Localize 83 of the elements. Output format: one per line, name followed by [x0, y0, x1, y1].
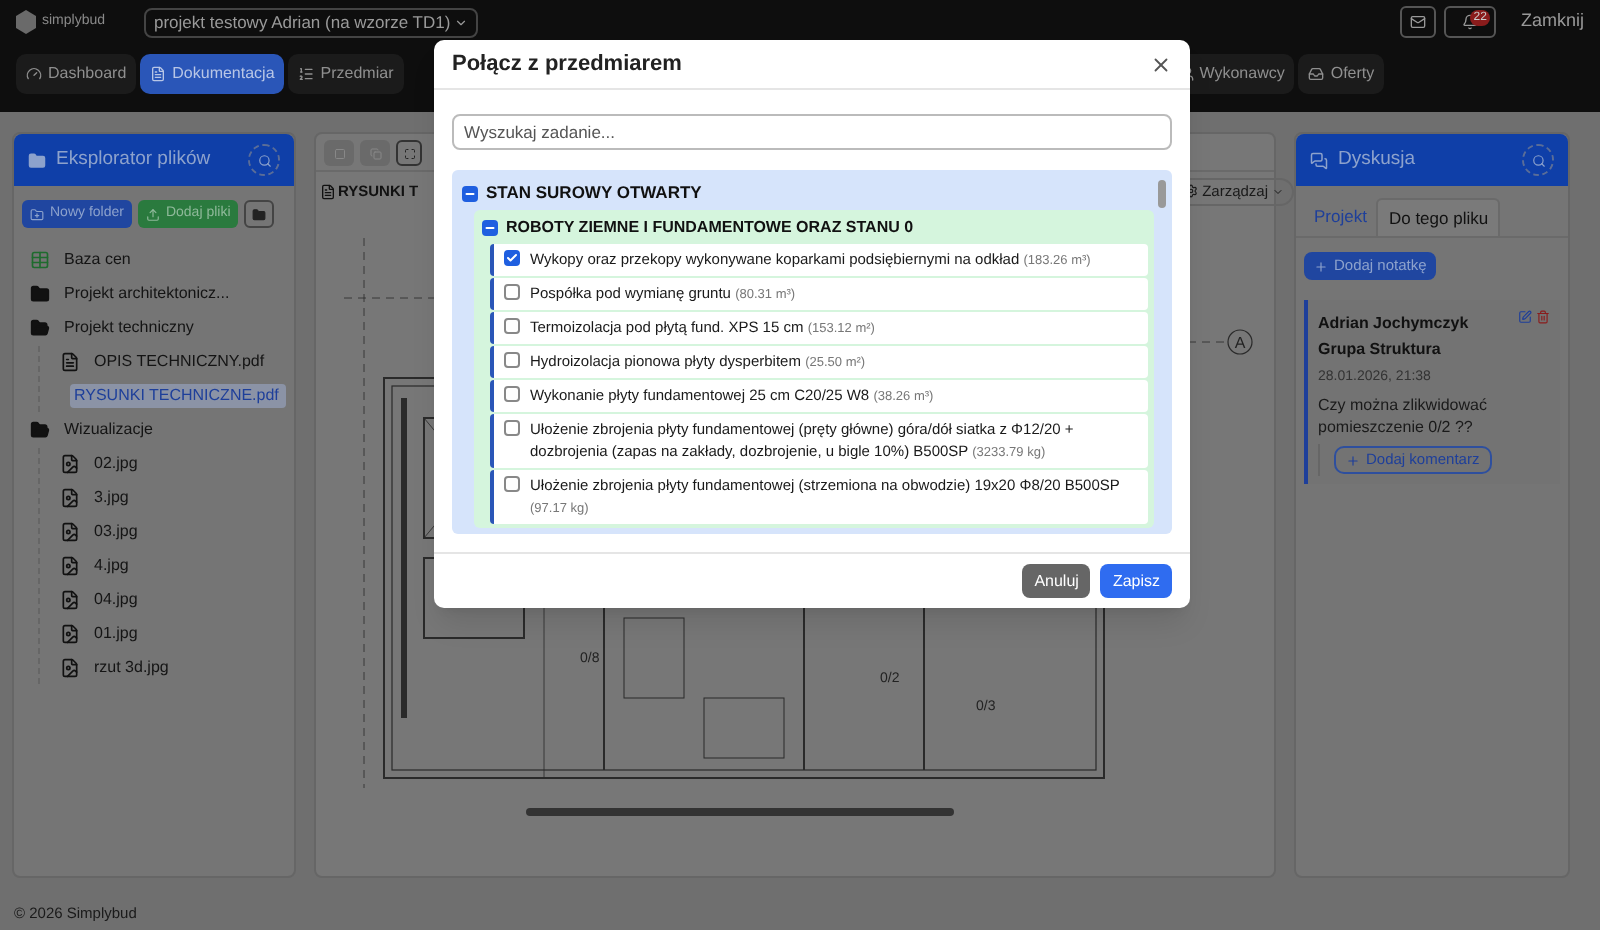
section-label: ROBOTY ZIEMNE I FUNDAMENTOWE ORAZ STANU 0 [506, 215, 914, 239]
mail-icon [1410, 14, 1427, 30]
horizontal-scrollbar[interactable] [526, 807, 954, 816]
save-button[interactable]: Zapisz [1100, 564, 1172, 598]
file-icon [60, 352, 80, 372]
pdf-file-icon [320, 183, 336, 199]
panel-title: Eksplorator plików [56, 145, 213, 174]
cancel-button[interactable]: Anuluj [1022, 564, 1091, 598]
nav-icon [150, 66, 167, 82]
checkbox[interactable] [504, 318, 520, 334]
search-icon [257, 153, 271, 167]
tree-item[interactable]: 3.jpg [90, 486, 133, 510]
tree-item[interactable]: 03.jpg [90, 520, 142, 544]
delete-icon[interactable] [1536, 310, 1550, 324]
fullscreen-button[interactable] [396, 140, 422, 166]
scrollbar[interactable] [1158, 180, 1166, 208]
folder-plus-icon [30, 207, 44, 221]
search-field[interactable]: Wyszukaj zadanie... [452, 114, 1172, 150]
copy-icon [369, 147, 381, 159]
dialog-title: Połącz z przedmiarem [452, 49, 684, 80]
upload-icon [145, 207, 160, 221]
nav-tab[interactable]: Dashboard [16, 54, 137, 94]
collapse-toggle[interactable] [482, 219, 498, 235]
edit-icon[interactable] [1518, 310, 1532, 324]
image-file-icon [60, 590, 80, 610]
table-icon [30, 250, 50, 270]
mail-button[interactable] [1400, 6, 1437, 38]
folder-icon [28, 151, 46, 169]
plus-icon [1346, 453, 1360, 467]
tree-item[interactable]: Wizualizacje [60, 418, 157, 442]
image-file-icon [60, 522, 80, 542]
nav-icon [26, 66, 42, 82]
caret-icon [454, 15, 469, 29]
image-file-icon [60, 624, 80, 644]
check-icon [506, 252, 518, 264]
project-select[interactable]: projekt testowy Adrian (na wzorze TD1) [144, 7, 479, 37]
tree-item[interactable]: 04.jpg [90, 588, 142, 612]
nav-tab[interactable]: Przedmiar [288, 54, 404, 94]
nav-tab[interactable]: Dokumentacja [140, 54, 285, 94]
checkbox[interactable] [504, 420, 520, 436]
tree-item[interactable]: 01.jpg [90, 622, 142, 646]
tab[interactable]: Do tego pliku [1376, 198, 1501, 236]
minus-icon [484, 221, 496, 233]
minus-icon [464, 187, 476, 199]
image-file-icon [60, 488, 80, 508]
plus-icon [1314, 259, 1328, 273]
logo-icon [16, 10, 36, 34]
checkbox[interactable] [504, 352, 520, 368]
search-button[interactable] [1522, 144, 1554, 176]
close-link[interactable]: Zamknij [1520, 8, 1584, 36]
search-button[interactable] [248, 144, 280, 176]
note-author: Adrian Jochymczyk Grupa Struktura [1318, 314, 1469, 358]
checkbox[interactable] [504, 284, 520, 300]
tree-item[interactable]: OPIS TECHNICZNY.pdf [90, 350, 269, 374]
note-text: Czy można zlikwidować pomieszczenie 0/2 ?? [1318, 394, 1489, 438]
close-icon[interactable] [1150, 53, 1172, 75]
image-file-icon [60, 658, 80, 678]
checkbox[interactable] [504, 250, 520, 266]
caret-icon [1272, 185, 1284, 197]
checkbox[interactable] [504, 476, 520, 492]
collapse-toggle[interactable] [462, 185, 478, 201]
nav-icon [298, 66, 315, 82]
tree-item[interactable]: Projekt techniczny [60, 316, 198, 340]
image-file-icon [60, 454, 80, 474]
panel-title: Dyskusja [1338, 145, 1418, 174]
nav-tab[interactable]: Oferty [1298, 54, 1385, 94]
tree-item[interactable]: rzut 3d.jpg [90, 656, 173, 680]
checkbox[interactable] [504, 386, 520, 402]
group-label: STAN SUROWY OTWARTY [486, 180, 702, 206]
chat-icon [1310, 151, 1328, 169]
tree-item[interactable]: RYSUNKI TECHNICZNE.pdf [70, 384, 287, 408]
tree-item[interactable]: 02.jpg [90, 452, 142, 476]
folder-icon [252, 207, 267, 221]
tree-item[interactable]: 4.jpg [90, 554, 133, 578]
tree-item[interactable]: Projekt architektonicz... [60, 282, 234, 306]
square-icon [333, 147, 345, 159]
axis-label: A [1234, 334, 1246, 352]
folder-button[interactable] [244, 200, 275, 228]
image-file-icon [60, 556, 80, 576]
tree-item[interactable]: Baza cen [60, 248, 135, 272]
nav-icon [1308, 66, 1325, 82]
tab[interactable]: Projekt [1304, 198, 1377, 236]
search-icon [1531, 153, 1545, 167]
